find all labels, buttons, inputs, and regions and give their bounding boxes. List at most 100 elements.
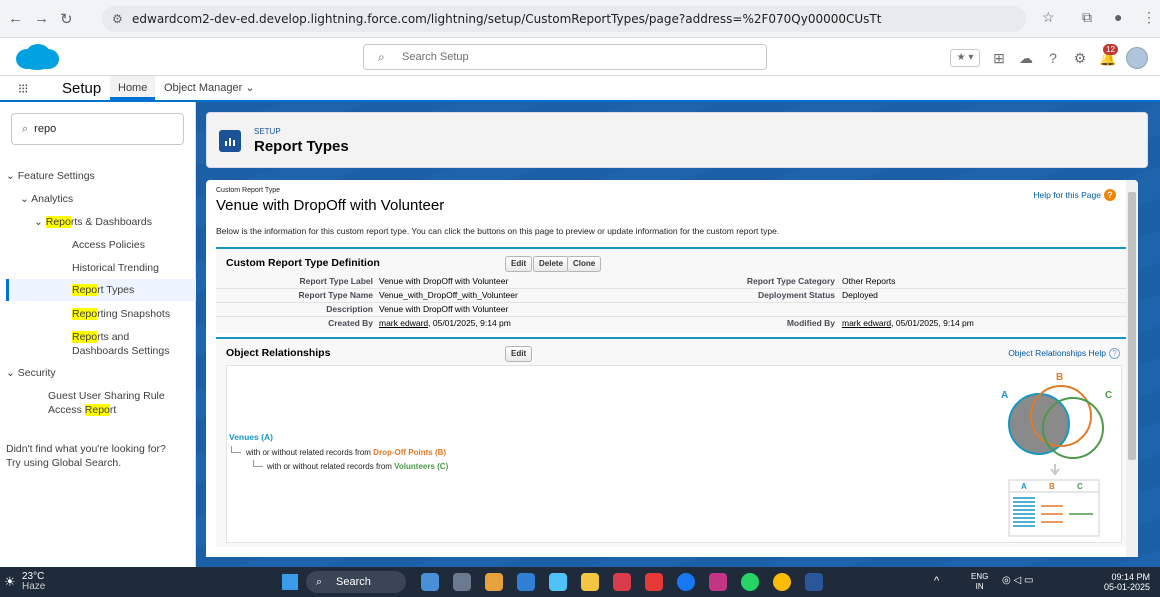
sidebar-item-access-policies[interactable]: Access Policies (72, 238, 145, 252)
weather-widget[interactable]: 23°C Haze (22, 572, 45, 592)
forward-icon[interactable]: → (34, 10, 49, 27)
profile-icon[interactable]: ● (1114, 9, 1122, 25)
salesforce-logo[interactable] (14, 43, 60, 71)
clock-time: 09:14 PM (1111, 572, 1150, 582)
address-bar[interactable]: ⚙ edwardcom2-dev-ed.develop.lightning.fo… (102, 6, 1026, 32)
venn-label-b: B (1056, 372, 1063, 383)
taskview-icon[interactable] (421, 573, 439, 591)
sidebar-item-feature-settings[interactable]: ⌄ Feature Settings (6, 169, 95, 183)
avatar[interactable] (1126, 47, 1148, 69)
youtube-icon[interactable] (645, 573, 663, 591)
object-c-label: Volunteers (C) (394, 462, 449, 471)
help-icon[interactable]: ? (1045, 50, 1061, 66)
language-indicator[interactable]: ENG IN (971, 572, 988, 592)
facebook-icon[interactable] (677, 573, 695, 591)
wifi-volume-battery-icons[interactable]: ◎ ◁ ▭ (1002, 575, 1033, 586)
setup-gear-icon[interactable]: ⚙ (1072, 50, 1088, 66)
tab-home[interactable]: Home (110, 76, 156, 100)
search-icon: ⌕ (22, 123, 29, 135)
reload-icon[interactable]: ↻ (60, 10, 73, 28)
chevron-down-icon[interactable]: ⌄ (245, 82, 254, 94)
guidance-icon[interactable]: ☁ (1018, 50, 1034, 66)
sidebar-item-reports-dashboards[interactable]: ⌄ Reports & Dashboards (34, 215, 152, 229)
page-title: Report Types (254, 138, 349, 155)
edge-icon[interactable] (517, 573, 535, 591)
sidebar-item-label-highlight: Repo (84, 404, 110, 416)
bookmark-star-icon[interactable]: ☆ (1042, 9, 1055, 26)
sidebar-item-label-highlight: Repo (72, 284, 98, 296)
store-icon[interactable] (549, 573, 567, 591)
global-actions-icon[interactable]: ⊞ (991, 50, 1007, 66)
sidebar-item-label-highlight: Repo (72, 308, 98, 320)
delete-button[interactable]: Delete (533, 256, 570, 272)
clock[interactable]: 09:14 PM 05-01-2025 (1104, 572, 1150, 592)
chrome-icon[interactable] (773, 573, 791, 591)
edit-relationships-button[interactable]: Edit (505, 346, 533, 362)
modified-by-user-link[interactable]: mark edward (842, 318, 891, 328)
definition-section: Custom Report Type Definition Edit Delet… (216, 247, 1132, 333)
clone-button[interactable]: Clone (567, 256, 602, 272)
extensions-icon[interactable]: ⧉ (1082, 9, 1092, 26)
chevron-down-icon: ⌄ (20, 193, 29, 205)
field-label: Report Type Label (299, 276, 373, 286)
setup-sidebar: ⌕ repo ⌄ Feature Settings ⌄ Analytics ⌄ R… (0, 102, 196, 567)
quick-find-input[interactable]: ⌕ repo (11, 113, 184, 145)
lang-line1: ENG (971, 572, 989, 581)
object-relationships-help-link[interactable]: Object Relationships Help? (1008, 348, 1120, 359)
app-launcher-icon[interactable]: ⁝⁝⁝ (18, 81, 28, 97)
favorites-icon[interactable]: ★ ▾ (950, 49, 980, 67)
main-content: SETUP Report Types Custom Report Type Ve… (196, 102, 1160, 567)
global-search-input[interactable]: ⌕ Search Setup (363, 44, 767, 70)
page-header: SETUP Report Types (206, 112, 1148, 168)
section-title: Custom Report Type Definition (226, 257, 380, 269)
sidebar-item-reporting-snapshots[interactable]: Reporting Snapshots (72, 307, 170, 321)
taskbar-search[interactable]: ⌕ Search (306, 571, 406, 593)
help-for-page-link[interactable]: Help for this Page? (1033, 189, 1116, 201)
tab-object-manager[interactable]: Object Manager ⌄ (156, 76, 263, 100)
sidebar-item-guest-user-sharing[interactable]: Guest User Sharing Rule Access Report (48, 389, 188, 417)
chevron-down-icon: ⌄ (34, 216, 43, 228)
sidebar-item-reports-dashboards-settings[interactable]: Reports and Dashboards Settings (72, 330, 184, 358)
sidebar-item-historical-trending[interactable]: Historical Trending (72, 261, 159, 275)
field-value: Venue with DropOff with Volunteer (379, 276, 509, 286)
whatsapp-icon[interactable] (741, 573, 759, 591)
tray-overflow-icon[interactable]: ^ (934, 575, 939, 587)
detail-scrollbar[interactable] (1126, 180, 1138, 557)
edit-button[interactable]: Edit (505, 256, 533, 272)
modified-date: , 05/01/2025, 9:14 pm (891, 318, 974, 328)
widgets-icon[interactable] (453, 573, 471, 591)
word-icon[interactable] (805, 573, 823, 591)
record-description: Below is the information for this custom… (216, 226, 780, 236)
site-info-icon[interactable]: ⚙ (112, 6, 123, 32)
tree-connector (231, 446, 241, 453)
url-text: edwardcom2-dev-ed.develop.lightning.forc… (132, 12, 882, 26)
table-col-b: B (1049, 482, 1055, 491)
sidebar-item-analytics[interactable]: ⌄ Analytics (20, 192, 73, 206)
sidebar-item-label-highlight: Repo (72, 331, 98, 343)
sidebar-item-label: Analytics (31, 193, 74, 205)
sidebar-item-label: rt Types (97, 284, 135, 296)
windows-start-icon[interactable] (282, 574, 298, 590)
help-link-label: Object Relationships Help (1008, 348, 1106, 358)
chevron-down-icon: ⌄ (6, 367, 15, 379)
menu-icon[interactable]: ⋮ (1142, 9, 1156, 26)
file-explorer-icon[interactable] (581, 573, 599, 591)
notification-badge: 12 (1103, 44, 1118, 55)
created-by-user-link[interactable]: mark edward (379, 318, 428, 328)
scrollbar-thumb[interactable] (1128, 192, 1136, 460)
tree-connector (253, 460, 263, 467)
sidebar-item-security[interactable]: ⌄ Security (6, 366, 56, 380)
back-icon[interactable]: ← (8, 10, 23, 27)
copilot-icon[interactable] (485, 573, 503, 591)
search-placeholder: Search Setup (402, 51, 469, 63)
pocket-icon[interactable] (613, 573, 631, 591)
search-icon: ⌕ (378, 50, 385, 64)
weather-icon[interactable]: ☀ (4, 574, 16, 590)
app-title: Setup (62, 80, 102, 97)
field-label: Modified By (786, 318, 835, 328)
global-header: ⌕ Search Setup ★ ▾ ⊞ ☁ ? ⚙ 🔔 12 (0, 38, 1160, 76)
instagram-icon[interactable] (709, 573, 727, 591)
sidebar-item-report-types[interactable]: Report Types (6, 279, 196, 301)
relation-prefix: with or without related records from (246, 448, 374, 457)
notifications-bell-icon[interactable]: 🔔 12 (1099, 44, 1118, 66)
